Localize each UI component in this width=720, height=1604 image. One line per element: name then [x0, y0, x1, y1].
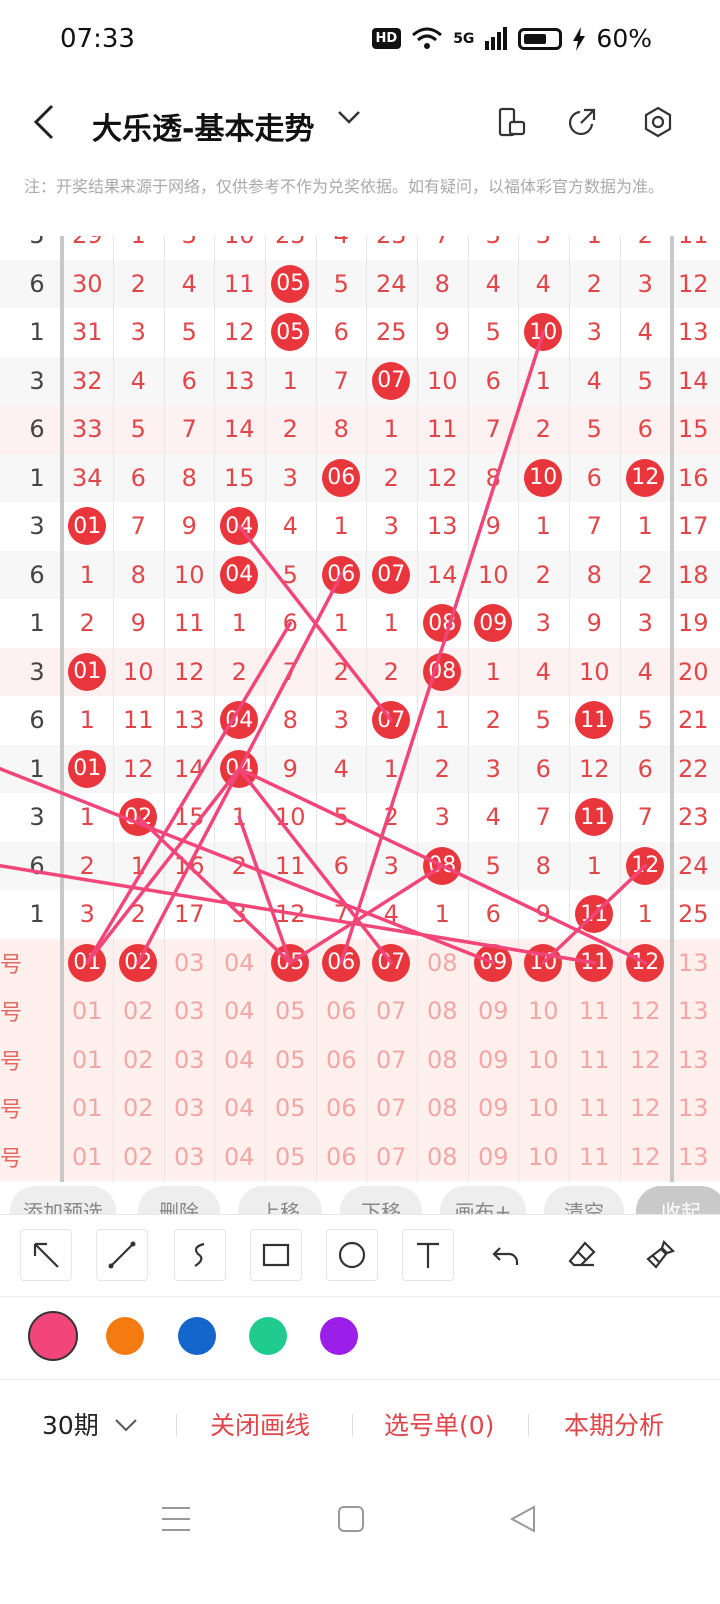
action-chip[interactable]: 添加预选 — [10, 1186, 116, 1214]
menu-icon[interactable] — [160, 1504, 192, 1534]
period-label: 30期 — [42, 1411, 99, 1440]
action-chip[interactable]: 下移 — [340, 1186, 422, 1214]
network-label: 5G — [453, 30, 475, 47]
settings-hexagon-icon — [644, 106, 672, 138]
rotate-screen-icon — [498, 107, 526, 137]
drawn-line[interactable] — [237, 815, 292, 965]
rectangle-tool[interactable] — [250, 1229, 302, 1281]
drawing-toolbar — [0, 1214, 720, 1297]
drawn-line[interactable] — [136, 815, 292, 965]
battery-icon — [518, 27, 563, 50]
arrow-icon — [33, 1242, 59, 1268]
action-chip-bar: 添加预选 删除 上移 下移 画布+ 清空 收起 — [0, 1186, 720, 1214]
system-nav-bar — [0, 1490, 720, 1550]
color-swatch-orange[interactable] — [106, 1317, 144, 1355]
drawn-line[interactable] — [237, 524, 393, 722]
action-chip[interactable]: 删除 — [138, 1186, 220, 1214]
text-icon — [417, 1242, 439, 1268]
undo-icon — [492, 1247, 519, 1265]
battery-percent: 60% — [596, 24, 652, 53]
status-bar: 07:33 HD 5G 60% — [0, 0, 720, 80]
share-button[interactable] — [564, 104, 600, 140]
chevron-down-icon — [338, 111, 360, 124]
period-analysis-button[interactable]: 本期分析 — [564, 1406, 664, 1442]
circle-tool[interactable] — [326, 1229, 378, 1281]
drawn-line[interactable] — [339, 330, 545, 965]
arrow-tool[interactable] — [20, 1229, 72, 1281]
eraser-icon — [568, 1241, 596, 1267]
signal-icon — [485, 26, 508, 50]
orientation-button[interactable] — [494, 104, 530, 140]
action-chip[interactable]: 收起 — [636, 1186, 720, 1214]
color-swatch-green[interactable] — [249, 1317, 287, 1355]
drawing-layer[interactable] — [0, 236, 720, 1182]
hd-icon: HD — [371, 28, 402, 49]
home-icon[interactable] — [336, 1504, 366, 1534]
page-title[interactable]: 大乐透-基本走势 — [92, 104, 314, 148]
brush-clear-icon — [646, 1239, 676, 1269]
curve-tool[interactable] — [174, 1229, 226, 1281]
clear-brush-tool[interactable] — [634, 1229, 686, 1281]
action-chip[interactable]: 上移 — [238, 1186, 322, 1214]
color-swatch-purple[interactable] — [320, 1317, 358, 1355]
chevron-left-icon — [33, 104, 54, 140]
wifi-icon — [412, 27, 443, 49]
action-chip[interactable]: 画布+ — [440, 1186, 526, 1214]
bottom-action-bar: 30期 关闭画线 选号单(0) 本期分析 — [0, 1392, 720, 1456]
drawn-line[interactable] — [0, 864, 596, 965]
curve-icon — [194, 1242, 205, 1267]
back-button[interactable] — [30, 102, 58, 151]
line-tool[interactable] — [96, 1229, 148, 1281]
chevron-down-icon — [115, 1419, 137, 1432]
undo-tool[interactable] — [480, 1229, 532, 1281]
title-dropdown[interactable] — [336, 104, 362, 137]
color-swatch-blue[interactable] — [178, 1317, 216, 1355]
back-nav-icon[interactable] — [508, 1504, 538, 1534]
drawn-line[interactable] — [541, 864, 647, 965]
settings-button[interactable] — [640, 104, 676, 140]
color-palette — [0, 1296, 720, 1380]
rectangle-icon — [262, 1243, 290, 1267]
period-selector[interactable]: 30期 — [42, 1406, 139, 1442]
drawn-line[interactable] — [85, 767, 241, 965]
trend-grid[interactable]: 5291310254237331211630241105524844231213… — [0, 236, 720, 1182]
share-icon — [568, 108, 596, 136]
line-icon — [108, 1241, 136, 1269]
pick-list-button[interactable]: 选号单(0) — [384, 1406, 494, 1442]
text-tool[interactable] — [402, 1229, 454, 1281]
status-time: 07:33 — [60, 24, 135, 54]
color-swatch-pink[interactable] — [28, 1311, 78, 1361]
charging-icon — [573, 26, 586, 51]
eraser-tool[interactable] — [556, 1229, 608, 1281]
action-chip[interactable]: 清空 — [544, 1186, 624, 1214]
header: 大乐透-基本走势 — [0, 92, 720, 156]
circle-icon — [338, 1241, 366, 1269]
disclaimer-note: 注：开奖结果来源于网络，仅供参考不作为兑奖依据。如有疑问，以福体彩官方数据为准。 — [24, 177, 665, 196]
close-lines-button[interactable]: 关闭画线 — [210, 1406, 310, 1442]
drawn-line[interactable] — [237, 767, 647, 965]
